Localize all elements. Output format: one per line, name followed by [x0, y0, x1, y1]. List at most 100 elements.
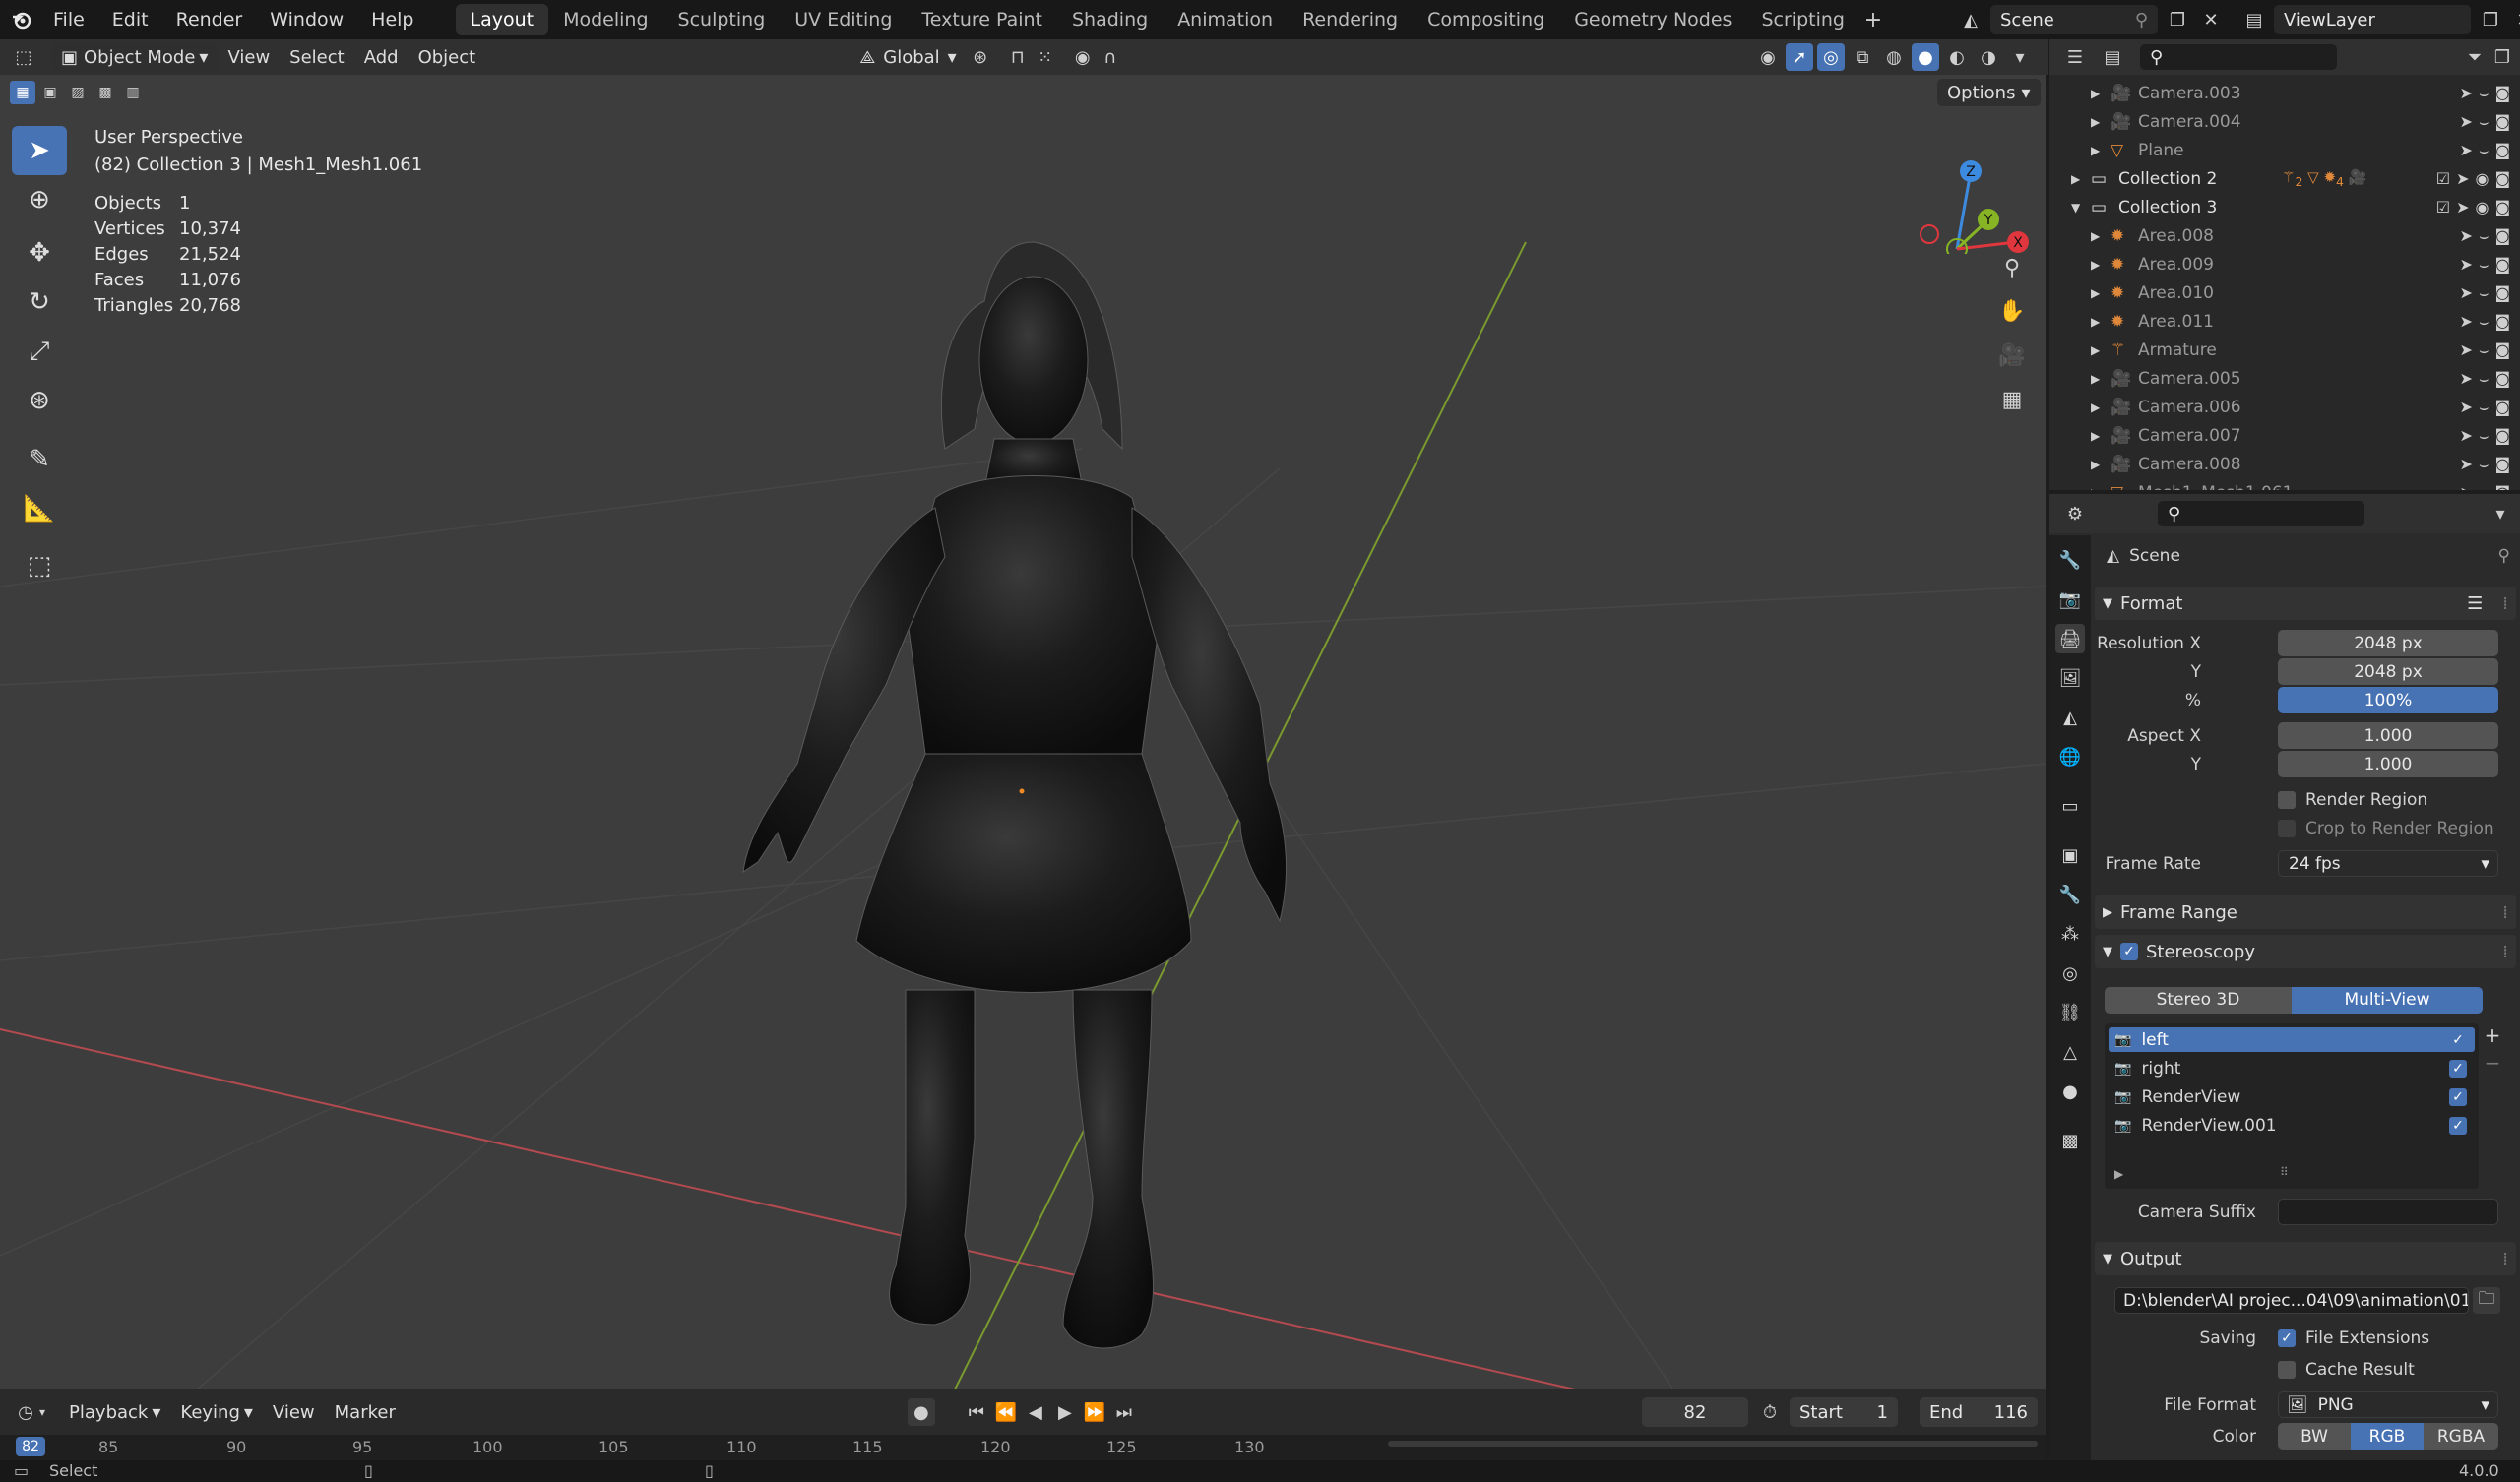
- menu-help[interactable]: Help: [357, 0, 427, 39]
- pivot-icon[interactable]: ⊛: [967, 43, 994, 71]
- tool-tab-icon[interactable]: 🔧: [2055, 545, 2085, 575]
- tab-shading[interactable]: Shading: [1057, 4, 1163, 35]
- snap-target-icon[interactable]: ⁙: [1032, 43, 1059, 71]
- play-reverse-icon[interactable]: ◀: [1022, 1398, 1049, 1426]
- resize-handle-icon[interactable]: ⠿: [2280, 1165, 2289, 1179]
- tab-scripting[interactable]: Scripting: [1746, 4, 1859, 35]
- material-tab-icon[interactable]: ●: [2055, 1077, 2085, 1106]
- remove-view-icon[interactable]: −: [2481, 1051, 2504, 1075]
- eye-icon[interactable]: ⌣: [2479, 255, 2489, 275]
- visibility-toggles[interactable]: ➤⌣◙: [2460, 426, 2510, 446]
- timeline-editor-icon[interactable]: ◷: [12, 1398, 39, 1426]
- chevron-right-icon[interactable]: ▶: [2091, 458, 2100, 471]
- outliner-row[interactable]: ▶ ▽ Mesh1_Mesh1.061 ➤ ⌣ ◙: [2049, 478, 2520, 491]
- start-frame-field[interactable]: Start 1: [1790, 1397, 1898, 1427]
- delete-view-layer-icon[interactable]: ✕: [2510, 6, 2520, 33]
- view-layer-field[interactable]: ViewLayer: [2274, 5, 2471, 34]
- stereoscopy-checkbox[interactable]: ✓: [2120, 943, 2138, 960]
- output-path-input[interactable]: D:\blender\AI projec...04\09\animation\0…: [2114, 1287, 2469, 1314]
- record-icon[interactable]: ●: [907, 1398, 935, 1426]
- folder-icon[interactable]: 🗀: [2473, 1287, 2500, 1314]
- chevron-right-icon[interactable]: ▶: [2091, 286, 2100, 300]
- resolution-y-field[interactable]: 2048 px: [2278, 658, 2498, 685]
- visibility-toggles[interactable]: ➤⌣◙: [2460, 369, 2510, 389]
- menu-window[interactable]: Window: [256, 0, 357, 39]
- camera-render-icon[interactable]: ◙: [2494, 198, 2510, 216]
- camera-view-icon[interactable]: 🎥: [1992, 336, 2032, 375]
- chevron-right-icon[interactable]: ▶: [2071, 172, 2080, 186]
- eye-icon[interactable]: ⌣: [2479, 426, 2489, 446]
- jump-start-icon[interactable]: ⏮: [963, 1398, 990, 1426]
- scene-tab-icon[interactable]: ◭: [2055, 703, 2085, 732]
- camera-render-icon[interactable]: ◙: [2494, 84, 2510, 103]
- selectable-arrow-icon[interactable]: ➤: [2460, 369, 2473, 389]
- menu-keying[interactable]: Keying ▾: [170, 1397, 263, 1427]
- selectable-arrow-icon[interactable]: ➤: [2460, 226, 2473, 246]
- drag-handle-icon[interactable]: ⁞: [2502, 1249, 2508, 1269]
- playhead[interactable]: 82: [16, 1437, 45, 1456]
- select-difference-icon[interactable]: ▩: [93, 81, 118, 104]
- color-rgba-button[interactable]: RGBA: [2424, 1423, 2498, 1450]
- visibility-toggles[interactable]: ☑ ➤ ◉ ◙: [2436, 169, 2510, 188]
- aspect-x-field[interactable]: 1.000: [2278, 722, 2498, 749]
- chevron-right-icon[interactable]: ▶: [2091, 258, 2100, 272]
- chevron-right-icon[interactable]: ▶: [2091, 87, 2100, 100]
- stereo-3d-button[interactable]: Stereo 3D: [2105, 986, 2292, 1014]
- end-frame-field[interactable]: End 116: [1920, 1397, 2038, 1427]
- add-workspace-icon[interactable]: +: [1859, 6, 1887, 33]
- selectable-arrow-icon[interactable]: ➤: [2460, 398, 2473, 417]
- timeline-scrollbar[interactable]: [1388, 1441, 2038, 1447]
- chevron-right-icon[interactable]: ▶: [2091, 343, 2100, 357]
- new-scene-icon[interactable]: ❐: [2164, 6, 2191, 33]
- resolution-x-field[interactable]: 2048 px: [2278, 630, 2498, 656]
- gizmo-toggle-icon[interactable]: ➚: [1786, 43, 1813, 71]
- add-cube-tool[interactable]: ⬚: [12, 541, 67, 590]
- exclude-checkbox-icon[interactable]: ☑: [2436, 198, 2450, 216]
- new-view-layer-icon[interactable]: ❐: [2477, 6, 2504, 33]
- camera-render-icon[interactable]: ◙: [2494, 312, 2510, 332]
- display-mode-icon[interactable]: ▤: [2099, 43, 2126, 71]
- visibility-icon[interactable]: ◉: [1754, 43, 1782, 71]
- scene-field[interactable]: Scene ⚲: [1990, 5, 2158, 34]
- proportional-edit-icon[interactable]: ◉: [1069, 43, 1097, 71]
- mode-dropdown[interactable]: ▣ Object Mode ▾: [51, 42, 219, 72]
- camera-render-icon[interactable]: ◙: [2494, 169, 2510, 188]
- tab-texture-paint[interactable]: Texture Paint: [907, 4, 1057, 35]
- modifier-tab-icon[interactable]: 🔧: [2055, 880, 2085, 909]
- cursor-tool[interactable]: ⊕: [12, 175, 67, 224]
- jump-keyframe-back-icon[interactable]: ⏪: [992, 1398, 1020, 1426]
- camera-render-icon[interactable]: ◙: [2494, 426, 2510, 446]
- eye-icon[interactable]: ⌣: [2479, 112, 2489, 132]
- menu-object[interactable]: Object: [409, 42, 486, 72]
- overlay-toggle-icon[interactable]: ◎: [1817, 43, 1845, 71]
- object-tab-icon[interactable]: ▣: [2055, 840, 2085, 870]
- editor-type-icon[interactable]: ⬚: [10, 43, 37, 71]
- perspective-grid-icon[interactable]: ▦: [1992, 380, 2032, 419]
- pin-icon[interactable]: ⚲: [2498, 546, 2510, 566]
- outliner-row[interactable]: ▶ ▭ Collection 2 ☑ ➤ ◉ ◙ ⚚2 ▽ ✹4 🎥: [2049, 164, 2520, 193]
- resolution-percent-field[interactable]: 100%: [2278, 687, 2498, 713]
- camera-render-icon[interactable]: ◙: [2494, 255, 2510, 275]
- tab-animation[interactable]: Animation: [1163, 4, 1288, 35]
- pan-hand-icon[interactable]: ✋: [1992, 291, 2032, 331]
- eye-icon[interactable]: ◉: [2476, 198, 2489, 216]
- outliner-row[interactable]: ▶ ✹ Area.011 ➤ ⌣ ◙: [2049, 307, 2520, 336]
- xray-icon[interactable]: ⧉: [1849, 43, 1876, 71]
- view-enabled-checkbox[interactable]: ✓: [2449, 1030, 2467, 1049]
- selectable-arrow-icon[interactable]: ➤: [2460, 312, 2473, 332]
- tab-sculpting[interactable]: Sculpting: [663, 4, 781, 35]
- visibility-toggles[interactable]: ➤⌣◙: [2460, 283, 2510, 303]
- visibility-toggles[interactable]: ➤⌣◙: [2460, 141, 2510, 160]
- navigation-gizmo[interactable]: Z Y X: [1910, 126, 2038, 254]
- camera-render-icon[interactable]: ◙: [2494, 340, 2510, 360]
- output-tab-icon[interactable]: 🖨: [2055, 624, 2085, 653]
- view-enabled-checkbox[interactable]: ✓: [2449, 1087, 2467, 1106]
- chevron-right-icon[interactable]: ▶: [2091, 401, 2100, 414]
- visibility-toggles[interactable]: ➤⌣◙: [2460, 84, 2510, 103]
- timeline-ruler[interactable]: 82 85 90 95 100 105 110 115 120 125 130: [0, 1435, 2046, 1460]
- shading-options-icon[interactable]: ▾: [2006, 43, 2034, 71]
- wireframe-shading-icon[interactable]: ◍: [1880, 43, 1908, 71]
- outliner-row[interactable]: ▶ ✹ Area.009 ➤ ⌣ ◙: [2049, 250, 2520, 278]
- chevron-right-icon[interactable]: ▶: [2091, 229, 2100, 243]
- options-dropdown[interactable]: Options ▾: [1937, 79, 2041, 106]
